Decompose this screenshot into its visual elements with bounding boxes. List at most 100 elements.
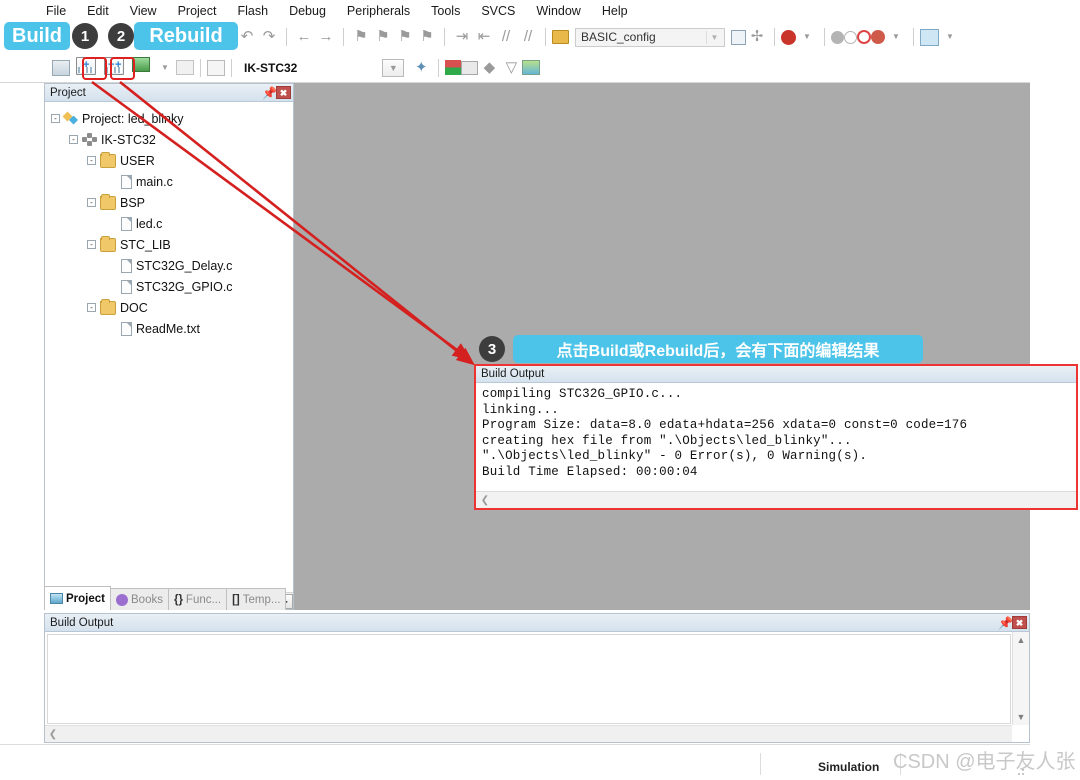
open-config-icon[interactable] xyxy=(552,30,569,44)
bookmark-clear-icon[interactable]: ⚑ xyxy=(416,26,438,48)
scroll-track[interactable] xyxy=(1013,648,1029,709)
indent-icon[interactable]: ⇥ xyxy=(451,26,473,48)
menu-item-window[interactable]: Window xyxy=(536,4,580,18)
build-output-title: Build Output xyxy=(50,616,114,629)
translate-icon[interactable] xyxy=(52,59,70,76)
close-icon[interactable]: ✖ xyxy=(276,86,291,99)
expander-icon[interactable]: - xyxy=(87,156,96,165)
batch-build-dropdown-icon[interactable]: ▼ xyxy=(154,57,176,79)
tab-functions[interactable]: {} Func... xyxy=(167,588,228,610)
download-icon[interactable] xyxy=(207,59,225,76)
bookmark-prev-icon[interactable]: ⚑ xyxy=(394,26,416,48)
debug-dropdown-icon[interactable]: ▼ xyxy=(796,26,818,48)
expander-icon[interactable]: - xyxy=(87,240,96,249)
tree-item-label: led.c xyxy=(136,216,163,231)
tab-label: Project xyxy=(66,592,105,605)
menu-item-help[interactable]: Help xyxy=(602,4,628,18)
project-tree[interactable]: - Project: led_blinky - IK-STC32 - USER … xyxy=(45,102,293,591)
menu-item-file[interactable]: File xyxy=(46,4,66,18)
menu-item-edit[interactable]: Edit xyxy=(87,4,109,18)
target-options-icon[interactable]: ✦ xyxy=(410,57,432,79)
menu-item-tools[interactable]: Tools xyxy=(431,4,460,18)
menu-bar: File Edit View Project Flash Debug Perip… xyxy=(0,0,1030,22)
scroll-down-icon[interactable]: ▼ xyxy=(1013,709,1029,725)
expander-icon[interactable]: - xyxy=(87,303,96,312)
tree-item-target[interactable]: - IK-STC32 xyxy=(51,129,293,150)
batch-build-icon[interactable] xyxy=(132,56,154,79)
folder-icon xyxy=(100,151,116,168)
menu-item-flash[interactable]: Flash xyxy=(237,4,268,18)
window-layout-icon[interactable] xyxy=(920,28,939,46)
menu-item-project[interactable]: Project xyxy=(178,4,217,18)
tree-item-file-readme[interactable]: ReadMe.txt xyxy=(51,318,293,339)
bookmark-icon[interactable]: ⚑ xyxy=(350,26,372,48)
resize-grip-icon[interactable] xyxy=(1014,765,1026,777)
window-layout-dropdown-icon[interactable]: ▼ xyxy=(939,26,961,48)
debug-icon[interactable] xyxy=(781,29,796,45)
disable-breakpoint-icon[interactable] xyxy=(844,30,857,44)
chevron-down-icon[interactable]: ▼ xyxy=(706,30,722,44)
tree-item-label: STC32G_Delay.c xyxy=(136,258,233,273)
file-icon xyxy=(121,174,132,189)
outdent-icon[interactable]: ⇤ xyxy=(473,26,495,48)
build-output-hscrollbar[interactable]: ❮ xyxy=(45,725,1012,742)
uncomment-icon[interactable]: // xyxy=(517,26,539,48)
pin-icon[interactable]: 📌 xyxy=(262,86,277,100)
tab-project[interactable]: Project xyxy=(44,586,111,610)
rebuild-icon-highlight xyxy=(110,57,135,80)
build-output-text[interactable] xyxy=(47,634,1011,724)
pin-icon[interactable]: 📌 xyxy=(998,616,1013,630)
tab-books[interactable]: Books xyxy=(110,588,169,610)
tab-templates[interactable]: [] Temp... xyxy=(226,588,287,610)
toolbar-divider xyxy=(231,58,232,77)
kill-breakpoints-icon[interactable] xyxy=(857,30,871,44)
undo-icon[interactable]: ↶ xyxy=(236,26,258,48)
pack-manager-icon[interactable] xyxy=(522,60,541,75)
toolbar-build: + + + ▼ IK-STC32 ▼ ✦ ◆ ▽ xyxy=(0,53,1030,83)
status-divider xyxy=(900,753,901,775)
tree-item-project[interactable]: - Project: led_blinky xyxy=(51,108,293,129)
tree-item-group-stclib[interactable]: - STC_LIB xyxy=(51,234,293,255)
redo-icon[interactable]: ↷ xyxy=(258,26,280,48)
expander-icon[interactable]: - xyxy=(87,198,96,207)
menu-item-svcs[interactable]: SVCS xyxy=(481,4,515,18)
tree-item-file-delayc[interactable]: STC32G_Delay.c xyxy=(51,255,293,276)
build-output-titlebar: Build Output 📌 ✖ xyxy=(45,614,1029,632)
project-panel-tabs: Project Books {} Func... [] Temp... xyxy=(44,586,294,610)
manage-packs-icon[interactable]: ▽ xyxy=(500,57,522,79)
back-icon[interactable]: ← xyxy=(293,26,315,48)
options-target-icon[interactable] xyxy=(731,29,746,45)
expander-icon[interactable]: - xyxy=(69,135,78,144)
menu-item-debug[interactable]: Debug xyxy=(289,4,326,18)
menu-item-view[interactable]: View xyxy=(130,4,157,18)
menu-item-peripherals[interactable]: Peripherals xyxy=(347,4,410,18)
config-combo[interactable]: BASIC_config ▼ xyxy=(575,27,725,47)
insert-breakpoint-icon[interactable] xyxy=(831,30,844,44)
tree-item-file-gpioc[interactable]: STC32G_GPIO.c xyxy=(51,276,293,297)
breakpoint-dropdown-icon[interactable]: ▼ xyxy=(885,26,907,48)
tab-label: Books xyxy=(131,593,163,606)
tree-item-group-user[interactable]: - USER xyxy=(51,150,293,171)
stop-build-icon[interactable] xyxy=(176,60,194,75)
scroll-up-icon[interactable]: ▲ xyxy=(1013,632,1029,648)
expander-icon[interactable]: - xyxy=(51,114,60,123)
target-combo-chevron-icon[interactable]: ▼ xyxy=(382,58,405,77)
tree-item-group-bsp[interactable]: - BSP xyxy=(51,192,293,213)
pack-installer-icon[interactable]: ◆ xyxy=(478,57,500,79)
tree-item-file-ledc[interactable]: led.c xyxy=(51,213,293,234)
comment-icon[interactable]: // xyxy=(495,26,517,48)
close-icon[interactable]: ✖ xyxy=(1012,616,1027,629)
components-icon[interactable] xyxy=(445,60,462,75)
scroll-left-icon[interactable]: ❮ xyxy=(45,729,61,740)
config-combo-value: BASIC_config xyxy=(581,30,656,44)
tree-item-file-mainc[interactable]: main.c xyxy=(51,171,293,192)
breakpoint-options-icon[interactable] xyxy=(871,30,885,44)
manage-components-icon[interactable]: ✢ xyxy=(746,26,768,48)
build-output-vscrollbar[interactable]: ▲ ▼ xyxy=(1012,632,1029,725)
forward-icon[interactable]: → xyxy=(315,26,337,48)
file-icon xyxy=(121,321,132,336)
toolbar-divider xyxy=(913,28,914,46)
bookmark-next-icon[interactable]: ⚑ xyxy=(372,26,394,48)
multi-project-icon[interactable] xyxy=(461,60,479,75)
tree-item-group-doc[interactable]: - DOC xyxy=(51,297,293,318)
